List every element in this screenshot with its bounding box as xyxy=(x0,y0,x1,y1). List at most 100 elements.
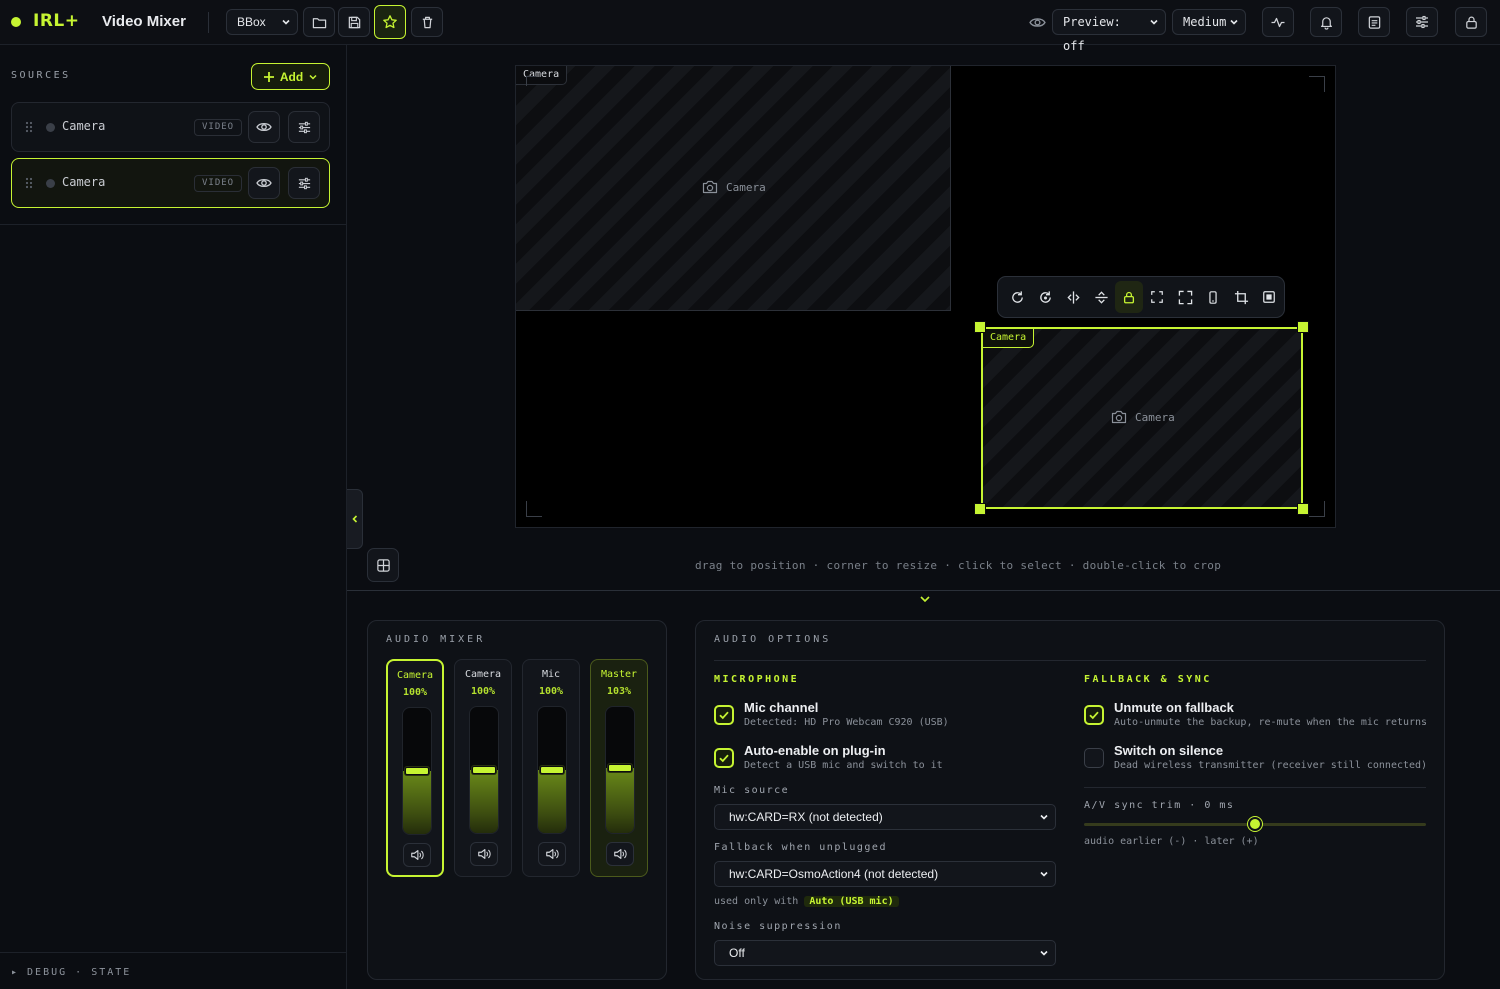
fader-fill xyxy=(470,770,498,833)
quality-select[interactable]: Medium xyxy=(1172,9,1246,35)
scene-select[interactable]: BBox xyxy=(226,9,298,35)
debug-state-toggle[interactable]: ▸ DEBUG · STATE xyxy=(11,967,131,978)
mic-source-label: Mic source xyxy=(714,785,790,796)
channel-strip[interactable]: Camera 100% xyxy=(454,659,512,877)
mute-button[interactable] xyxy=(538,842,566,866)
mic-source-value: hw:CARD=RX (not detected) xyxy=(729,810,883,824)
collapse-sidebar-button[interactable] xyxy=(347,489,363,549)
visibility-button[interactable] xyxy=(248,111,280,143)
lock-button[interactable] xyxy=(1455,7,1487,37)
dock-divider[interactable] xyxy=(347,590,1500,591)
crop-button[interactable] xyxy=(1227,281,1255,313)
drag-handle-icon[interactable] xyxy=(25,177,33,189)
reset-rotation-button[interactable] xyxy=(1031,281,1059,313)
noise-suppression-select[interactable]: Off xyxy=(714,940,1056,966)
volume-fader[interactable] xyxy=(537,706,567,834)
folder-icon xyxy=(312,15,327,30)
sources-sidebar: SOURCES Add Camera VIDEO Camera VIDEO ▸ … xyxy=(0,45,347,989)
save-button[interactable] xyxy=(338,7,370,37)
visibility-button[interactable] xyxy=(248,167,280,199)
source-settings-button[interactable] xyxy=(288,167,320,199)
source-item[interactable]: Camera VIDEO xyxy=(11,102,330,152)
expand-icon xyxy=(1178,290,1193,305)
mute-button[interactable] xyxy=(470,842,498,866)
fallback-select[interactable]: hw:CARD=OsmoAction4 (not detected) xyxy=(714,861,1056,887)
fill-button[interactable] xyxy=(1171,281,1199,313)
top-bar: IRL+ Video Mixer BBox Preview: off Mediu… xyxy=(0,0,1500,53)
plus-icon xyxy=(263,71,275,83)
volume-fader[interactable] xyxy=(605,706,635,834)
switch-silence-checkbox[interactable] xyxy=(1084,748,1104,768)
channel-name: Camera xyxy=(396,670,434,681)
panel-title: AUDIO MIXER xyxy=(386,634,486,645)
settings-button[interactable] xyxy=(1406,7,1438,37)
fader-knob[interactable] xyxy=(472,766,496,774)
fit-button[interactable] xyxy=(1143,281,1171,313)
option-title: Mic channel xyxy=(744,700,819,715)
rotate-button[interactable] xyxy=(1003,281,1031,313)
fader-knob[interactable] xyxy=(608,764,632,773)
source-settings-button[interactable] xyxy=(288,111,320,143)
option-title: Unmute on fallback xyxy=(1114,700,1234,715)
open-button[interactable] xyxy=(303,7,335,37)
portrait-button[interactable] xyxy=(1199,281,1227,313)
flip-vertical-button[interactable] xyxy=(1087,281,1115,313)
check-icon xyxy=(1088,709,1100,721)
camera-icon xyxy=(702,180,718,194)
chevron-left-icon xyxy=(350,514,360,524)
preview-select[interactable]: Preview: off xyxy=(1052,9,1166,53)
mic-channel-checkbox[interactable] xyxy=(714,705,734,725)
mute-button[interactable] xyxy=(606,842,634,866)
eye-icon xyxy=(1029,14,1046,31)
noise-label: Noise suppression xyxy=(714,921,842,932)
mic-source-select[interactable]: hw:CARD=RX (not detected) xyxy=(714,804,1056,830)
log-button[interactable] xyxy=(1358,7,1390,37)
av-sync-knob[interactable] xyxy=(1248,817,1262,831)
channel-strip[interactable]: Camera 100% xyxy=(386,659,444,877)
fallback-note: used only with Auto (USB mic) xyxy=(714,896,899,907)
favorite-button[interactable] xyxy=(374,5,406,39)
flip-vertical-icon xyxy=(1094,290,1109,305)
resize-handle-bottom-right[interactable] xyxy=(1297,503,1309,515)
lock-icon xyxy=(1122,290,1136,305)
notifications-button[interactable] xyxy=(1310,7,1342,37)
activity-button[interactable] xyxy=(1262,7,1294,37)
quality-select-value: Medium xyxy=(1183,15,1227,29)
channel-strip[interactable]: Mic 100% xyxy=(522,659,580,877)
flip-horizontal-button[interactable] xyxy=(1059,281,1087,313)
auto-enable-checkbox[interactable] xyxy=(714,748,734,768)
resize-handle-top-left[interactable] xyxy=(974,321,986,333)
option-subtitle: Auto-unmute the backup, re-mute when the… xyxy=(1114,717,1428,728)
layout-grid-button[interactable] xyxy=(367,548,399,582)
resize-handle-bottom-left[interactable] xyxy=(974,503,986,515)
option-subtitle: Detect a USB mic and switch to it xyxy=(744,760,943,771)
chevron-down-icon[interactable] xyxy=(919,594,931,604)
fader-knob[interactable] xyxy=(540,766,564,774)
channel-volume: 100% xyxy=(538,686,564,697)
source-placeholder: Camera xyxy=(1111,410,1175,424)
bell-icon xyxy=(1319,15,1334,30)
unmute-fallback-checkbox[interactable] xyxy=(1084,705,1104,725)
delete-button[interactable] xyxy=(411,7,443,37)
fallback-label: Fallback when unplugged xyxy=(714,842,887,853)
mute-button[interactable] xyxy=(403,843,431,867)
fader-knob[interactable] xyxy=(405,767,429,775)
add-source-button[interactable]: Add xyxy=(251,63,330,90)
channel-volume: 100% xyxy=(470,686,496,697)
divider xyxy=(208,12,209,33)
star-icon xyxy=(382,14,398,30)
stage-source-box-selected[interactable]: Camera Camera xyxy=(981,327,1303,509)
fallback-value: hw:CARD=OsmoAction4 (not detected) xyxy=(729,867,939,881)
add-label: Add xyxy=(279,69,304,84)
source-item-selected[interactable]: Camera VIDEO xyxy=(11,158,330,208)
volume-fader[interactable] xyxy=(469,706,499,834)
stage-source-box[interactable]: Camera Camera xyxy=(516,66,951,311)
eye-icon xyxy=(256,175,272,191)
master-channel-strip[interactable]: Master 103% xyxy=(590,659,648,877)
volume-fader[interactable] xyxy=(402,707,432,835)
lock-source-button[interactable] xyxy=(1115,281,1143,313)
fullscreen-button[interactable] xyxy=(1255,281,1283,313)
divider xyxy=(1084,787,1426,788)
resize-handle-top-right[interactable] xyxy=(1297,321,1309,333)
drag-handle-icon[interactable] xyxy=(25,121,33,133)
